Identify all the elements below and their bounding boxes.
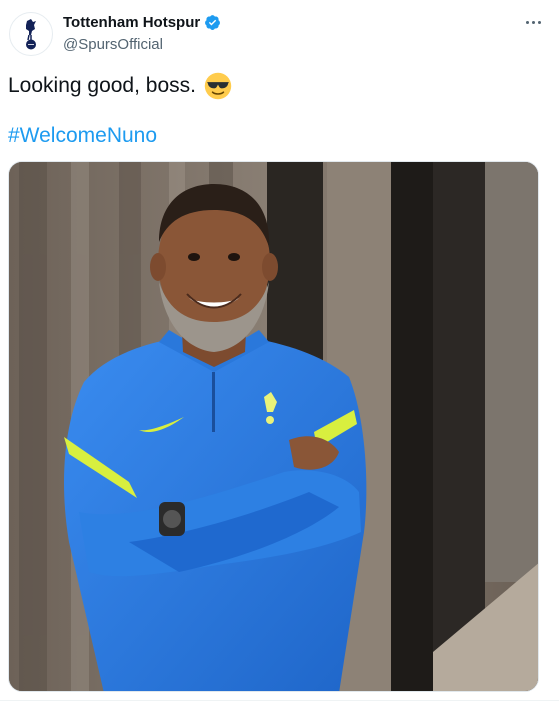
author-display-name[interactable]: Tottenham Hotspur [63, 14, 200, 31]
tweet-text: Looking good, boss. [8, 74, 196, 97]
divider [0, 700, 559, 701]
tweet-card[interactable]: Tottenham Hotspur @SpursOfficial Looking… [0, 0, 559, 703]
sunglasses-emoji-icon [204, 72, 232, 100]
avatar[interactable] [9, 12, 53, 56]
hashtag-link[interactable]: #WelcomeNuno [8, 124, 157, 148]
tweet-text-line: Looking good, boss. [8, 72, 232, 100]
author-handle[interactable]: @SpursOfficial [63, 36, 163, 53]
verified-badge-icon [205, 15, 221, 30]
more-options-icon[interactable] [521, 12, 545, 32]
tweet-photo[interactable] [8, 161, 539, 692]
photo-illustration [9, 162, 538, 691]
spurs-cockerel-logo-icon [26, 19, 36, 50]
